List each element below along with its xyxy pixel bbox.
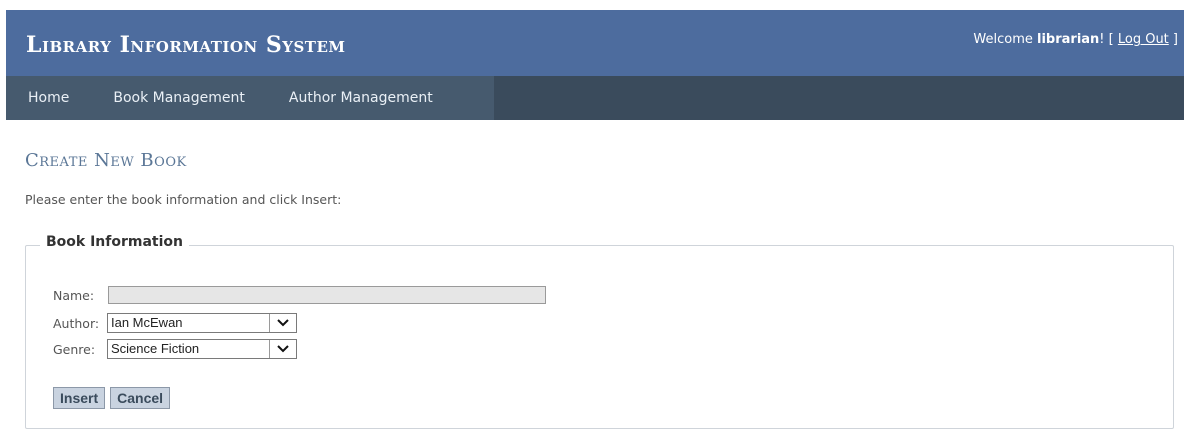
nav-menu: Home Book Management Author Management [6,76,494,120]
site-title: Library Information System [26,32,346,58]
author-select[interactable]: Ian McEwan [107,313,297,333]
site-header: Library Information System Welcome libra… [6,10,1184,76]
author-row: Author: Ian McEwan [53,312,297,334]
nav-item-author-management[interactable]: Author Management [267,76,455,120]
logout-link[interactable]: Log Out [1118,32,1169,47]
fieldset-legend: Book Information [40,234,189,250]
genre-row: Genre: Science Fiction [53,338,297,360]
genre-select[interactable]: Science Fiction [107,339,297,359]
nav-item-home[interactable]: Home [6,76,91,120]
form-buttons: Insert Cancel [53,387,171,409]
page-title: Create New Book [25,150,187,171]
instructions-text: Please enter the book information and cl… [25,192,342,207]
welcome-suffix: ! [ [1099,32,1118,47]
cancel-button[interactable]: Cancel [110,387,171,409]
nav-item-book-management[interactable]: Book Management [91,76,267,120]
genre-label: Genre: [53,341,96,357]
welcome-message: Welcome librarian! [ Log Out ] [973,32,1178,47]
nav-bar: Home Book Management Author Management [6,76,1184,120]
username: librarian [1037,32,1100,47]
welcome-prefix: Welcome [973,32,1037,47]
book-information-fieldset: Book Information Name: Author: Ian McEwa… [25,234,1174,429]
name-row: Name: [53,284,546,306]
author-selected-value: Ian McEwan [111,315,183,330]
main-content: Create New Book Please enter the book in… [6,120,1184,434]
page: Library Information System Welcome libra… [6,10,1184,434]
insert-button[interactable]: Insert [53,387,106,409]
chevron-down-icon[interactable] [269,340,296,358]
name-label: Name: [53,287,95,303]
genre-selected-value: Science Fiction [111,341,200,356]
chevron-down-icon[interactable] [269,314,296,332]
bracket-close: ] [1168,32,1178,47]
author-label: Author: [53,315,100,331]
name-input[interactable] [108,286,546,304]
